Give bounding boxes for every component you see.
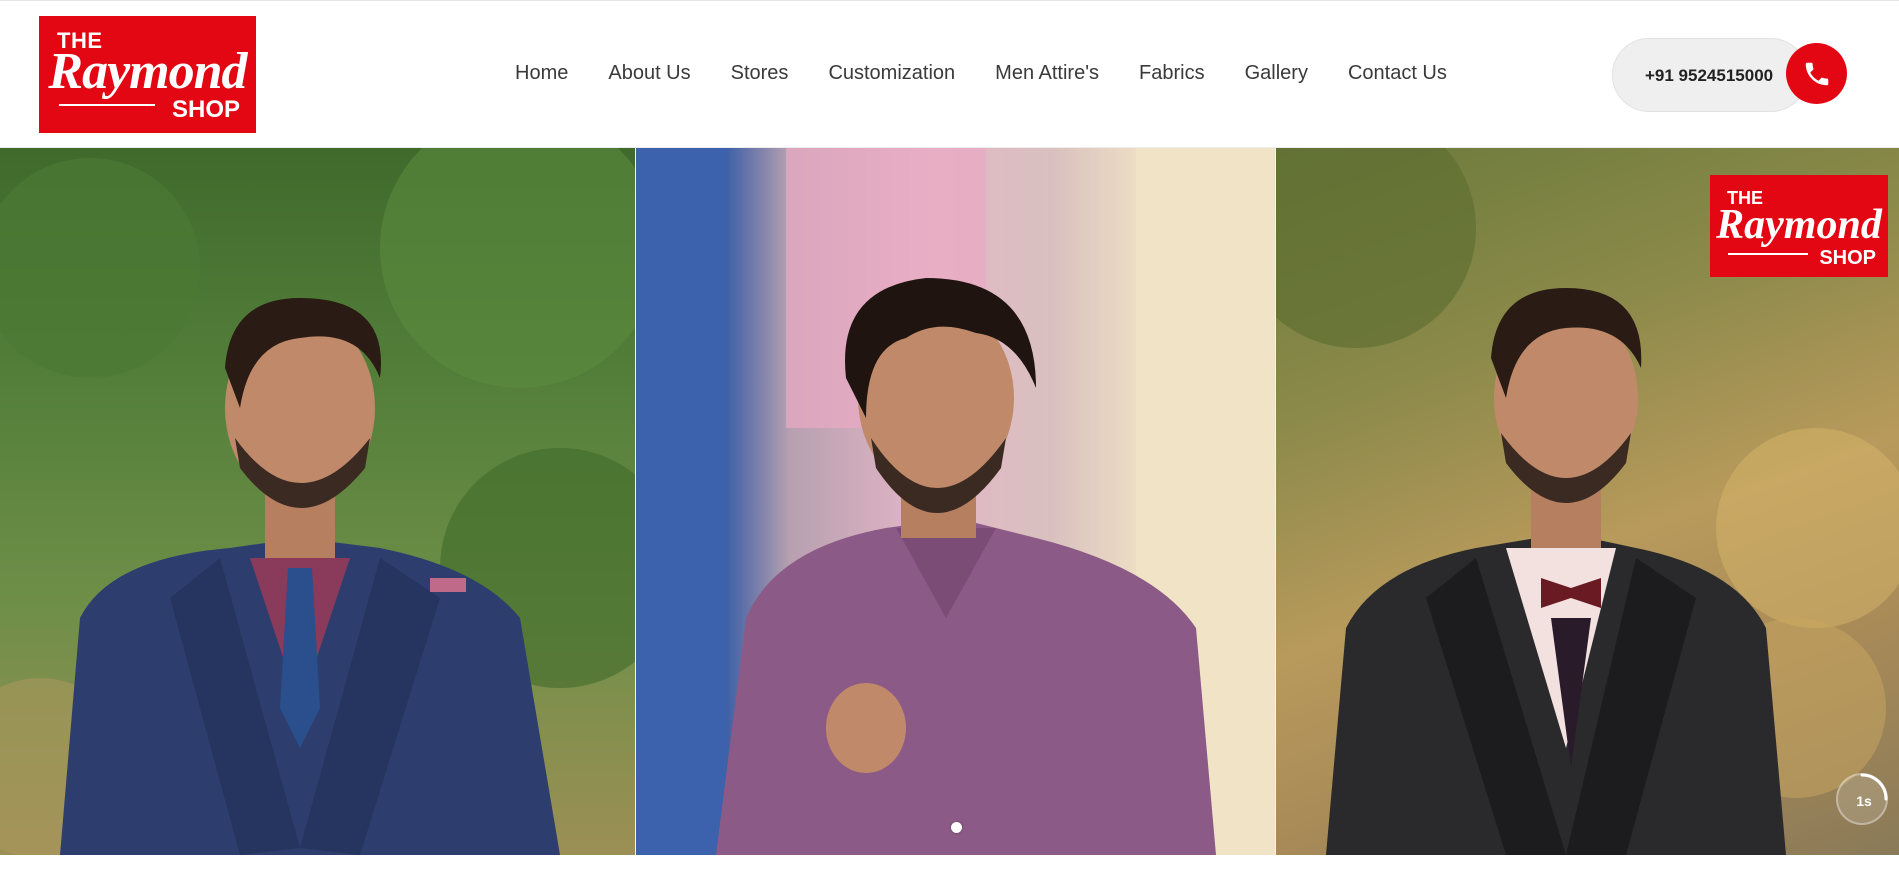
logo-shop: SHOP	[171, 96, 240, 123]
logo-brand: Raymond	[48, 43, 247, 100]
slider-dot-active[interactable]	[951, 822, 962, 833]
corner-logo-line	[1728, 253, 1808, 255]
nav-gallery[interactable]: Gallery	[1245, 56, 1308, 90]
slide-brand-logo: THE Raymond SHOP	[1710, 175, 1888, 277]
logo-line	[59, 104, 155, 106]
model-purple-shirt-illustration	[636, 148, 1276, 855]
raymond-shop-logo[interactable]: THE Raymond SHOP	[39, 16, 256, 133]
nav-home[interactable]: Home	[515, 56, 568, 90]
nav-about-us[interactable]: About Us	[608, 56, 690, 90]
slide-image-model-purple-shirt	[636, 148, 1276, 855]
hero-slider[interactable]	[0, 148, 1899, 855]
phone-icon	[1805, 62, 1828, 85]
corner-logo-brand: Raymond	[1716, 202, 1882, 248]
nav-fabrics[interactable]: Fabrics	[1139, 56, 1205, 90]
nav-contact-us[interactable]: Contact Us	[1348, 56, 1447, 90]
slide-image-model-blue-suit	[0, 148, 636, 855]
corner-logo-shop: SHOP	[1819, 247, 1876, 269]
call-button[interactable]	[1786, 43, 1847, 104]
phone-number: +91 9524515000	[1645, 66, 1774, 85]
nav-stores[interactable]: Stores	[731, 56, 789, 90]
nav-customization[interactable]: Customization	[828, 56, 955, 90]
site-header: THE Raymond SHOP Home About Us Stores Cu…	[0, 0, 1899, 148]
main-nav: Home About Us Stores Customization Men A…	[515, 56, 1487, 90]
phone-number-pill[interactable]: +91 9524515000	[1612, 38, 1808, 112]
model-blue-suit-illustration	[0, 148, 636, 855]
timer-label: 1s	[1856, 793, 1872, 809]
autoplay-timer[interactable]: 1s	[1836, 773, 1888, 825]
nav-men-attires[interactable]: Men Attire's	[995, 56, 1099, 90]
